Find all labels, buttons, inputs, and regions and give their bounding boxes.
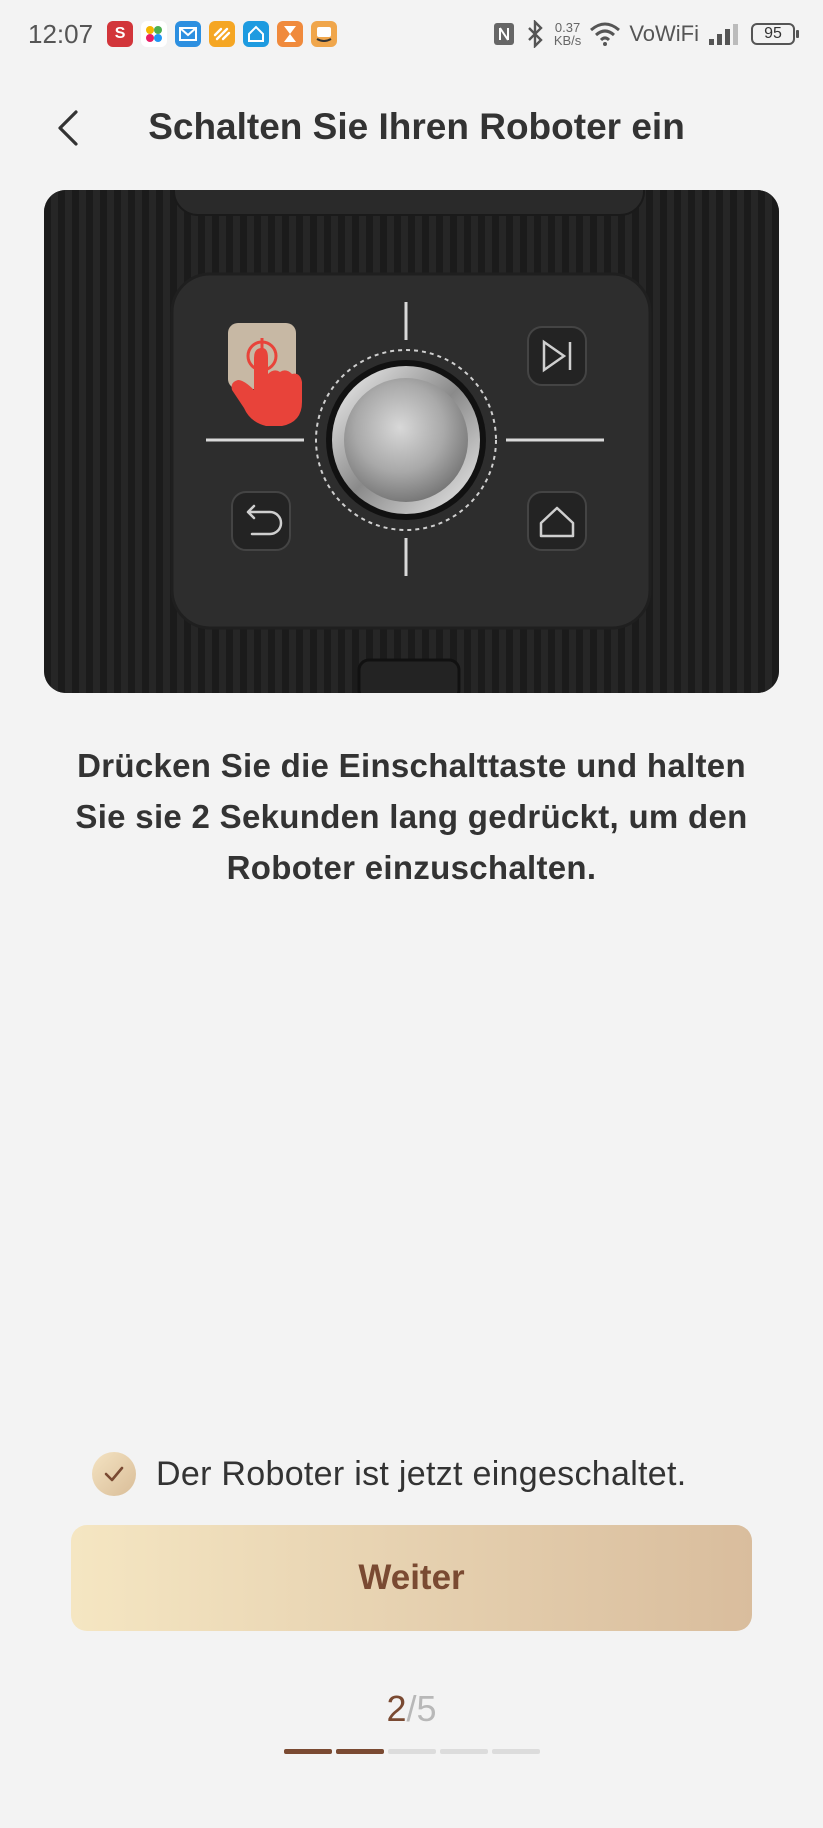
step-current: 2	[386, 1688, 407, 1729]
amazon-app-icon	[311, 21, 338, 47]
wifi-label: VoWiFi	[629, 21, 699, 46]
network-speed-unit: KB/s	[553, 33, 582, 48]
bluetooth-icon	[527, 20, 543, 48]
step-separator: /	[406, 1688, 417, 1729]
step-indicator: 2/5	[0, 1688, 823, 1730]
page-title: Schalten Sie Ihren Roboter ein	[148, 106, 685, 147]
step-total: 5	[416, 1688, 437, 1729]
checkmark-icon	[104, 1466, 124, 1482]
s-app-icon: S	[107, 21, 134, 47]
progress-segment	[284, 1749, 332, 1754]
next-button[interactable]: Weiter	[71, 1525, 752, 1631]
battery-level: 95	[764, 25, 782, 42]
mail-app-icon	[175, 21, 202, 47]
instruction-line-3: Roboter einzuschalten.	[226, 849, 597, 886]
status-time: 12:07	[28, 18, 94, 49]
confirmation-checkbox[interactable]	[92, 1452, 136, 1496]
robot-panel-illustration	[44, 190, 779, 693]
battery-icon: 95	[751, 23, 799, 45]
home-app-icon	[243, 21, 270, 47]
progress-segment	[440, 1749, 488, 1754]
robot-on-confirmation[interactable]: Der Roboter ist jetzt eingeschaltet.	[92, 1452, 687, 1496]
signal-icon	[709, 24, 738, 45]
link-app-icon	[209, 21, 236, 47]
status-bar: 12:07 S 0.37 KB/s VoWiFi 95	[0, 0, 823, 68]
progress-segment	[492, 1749, 540, 1754]
hourglass-app-icon	[277, 21, 304, 47]
wifi-icon	[590, 22, 621, 46]
progress-bar	[284, 1749, 540, 1754]
header: Schalten Sie Ihren Roboter ein	[0, 88, 823, 168]
network-speed: 0.37 KB/s	[554, 21, 581, 47]
nfc-icon	[493, 23, 514, 45]
instruction-line-2: Sie sie 2 Sekunden lang gedrückt, um den	[75, 798, 748, 835]
status-bar-right: 0.37 KB/s VoWiFi 95	[492, 20, 799, 48]
progress-segment	[336, 1749, 384, 1754]
instruction-text: Drücken Sie die Einschalttaste und halte…	[60, 740, 763, 893]
pinwheel-app-icon	[141, 21, 168, 47]
status-bar-left: 12:07 S	[28, 18, 338, 50]
robot-panel-graphic	[44, 190, 779, 693]
confirmation-label: Der Roboter ist jetzt eingeschaltet.	[156, 1454, 687, 1493]
instruction-line-1: Drücken Sie die Einschalttaste und halte…	[77, 747, 746, 784]
progress-segment	[388, 1749, 436, 1754]
